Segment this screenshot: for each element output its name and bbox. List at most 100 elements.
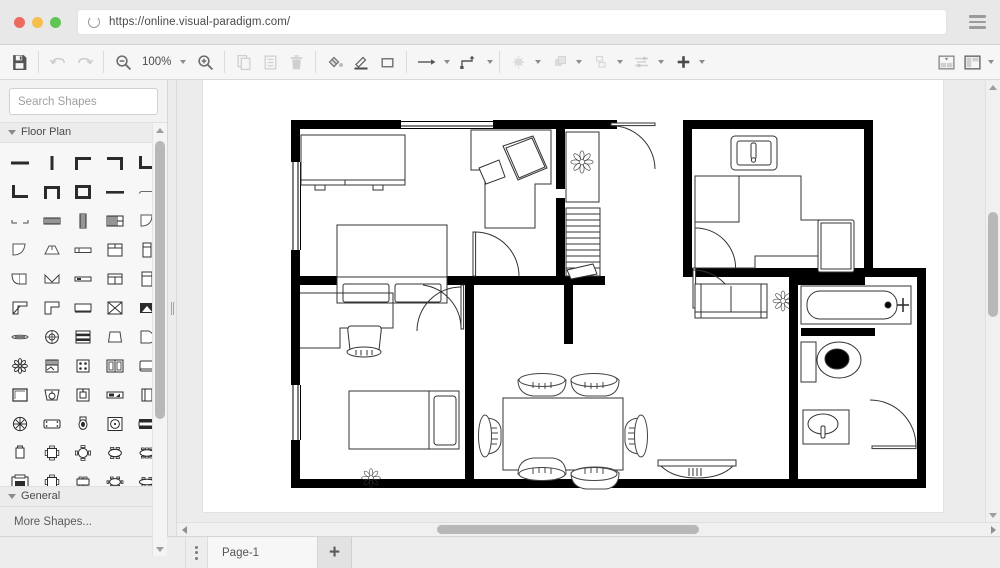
shape-chair-desk-icon[interactable] (36, 352, 68, 379)
shape-sofa-long-icon[interactable] (4, 265, 36, 292)
zoom-out-button[interactable] (110, 49, 136, 75)
canvas-vertical-scrollbar[interactable] (985, 80, 1000, 522)
shape-wall-corner-tr-icon[interactable] (99, 149, 131, 176)
canvas-hscroll-track[interactable] (191, 523, 986, 536)
shape-table-4seat-icon[interactable] (36, 439, 68, 466)
fill-color-button[interactable] (322, 49, 348, 75)
shape-stairs-vertical-icon[interactable] (68, 207, 100, 234)
align-button[interactable] (588, 49, 614, 75)
connector-dropdown-caret[interactable] (444, 60, 450, 64)
reload-icon[interactable] (88, 16, 100, 28)
maximize-window-button[interactable] (50, 17, 61, 28)
shape-plant-flower-icon[interactable] (4, 352, 36, 379)
scroll-thumb[interactable] (155, 141, 165, 419)
shape-coffee-table-icon[interactable] (36, 410, 68, 437)
panel-collapse-handle[interactable] (168, 80, 177, 536)
canvas-scroll-left-button[interactable] (177, 523, 191, 536)
scroll-track[interactable] (153, 137, 167, 542)
shape-washer-icon[interactable] (99, 410, 131, 437)
shape-stove-four-icon[interactable] (68, 352, 100, 379)
shape-pouf-icon[interactable] (99, 323, 131, 350)
shape-window-arch-icon[interactable] (36, 236, 68, 263)
shape-shelf-stack-icon[interactable] (68, 323, 100, 350)
canvas-scroll-thumb[interactable] (988, 212, 998, 317)
undo-button[interactable] (45, 49, 71, 75)
shape-wall-square-icon[interactable] (68, 178, 100, 205)
shape-rug-x-icon[interactable] (99, 294, 131, 321)
effects-button[interactable] (506, 49, 532, 75)
page-options-button[interactable] (186, 537, 208, 568)
shape-wall-corner-tl-icon[interactable] (68, 149, 100, 176)
shape-round-table-small-icon[interactable] (36, 323, 68, 350)
shape-oven-unit-icon[interactable] (99, 381, 131, 408)
add-dropdown-caret[interactable] (699, 60, 705, 64)
paste-button[interactable] (257, 49, 283, 75)
shapes-panel-scrollbar[interactable] (152, 123, 167, 556)
shape-corner-cabinet-icon[interactable] (4, 381, 36, 408)
shape-tv-stand-icon[interactable] (68, 294, 100, 321)
format-panel-button[interactable] (933, 49, 959, 75)
search-shapes-box[interactable] (9, 88, 158, 115)
shape-wall-horizontal-icon[interactable] (4, 149, 36, 176)
canvas-scroll-wrapper[interactable] (177, 80, 1000, 522)
shape-table-rect-4-icon[interactable] (68, 468, 100, 486)
canvas-scroll-up-button[interactable] (986, 80, 1000, 94)
diagram-page-sheet[interactable] (203, 80, 943, 512)
category-header-general[interactable]: General (0, 486, 167, 506)
shape-bench-icon[interactable] (4, 323, 36, 350)
orthogonal-connector-button[interactable] (456, 49, 484, 75)
shape-table-round-6-icon[interactable] (99, 468, 131, 486)
save-button[interactable] (6, 49, 32, 75)
copy-button[interactable] (231, 49, 257, 75)
shape-double-door-cabinet-icon[interactable] (99, 352, 131, 379)
scroll-up-button[interactable] (153, 123, 167, 137)
floor-plan-drawing[interactable] (203, 80, 943, 512)
shape-table-1seat-icon[interactable] (4, 439, 36, 466)
align-dropdown-caret[interactable] (617, 60, 623, 64)
canvas-scroll-track[interactable] (986, 94, 1000, 508)
canvas-scroll-down-button[interactable] (986, 508, 1000, 522)
shape-trash-bin-icon[interactable] (36, 265, 68, 292)
layout-dropdown-caret[interactable] (988, 60, 994, 64)
shape-stairs-short-icon[interactable] (36, 207, 68, 234)
close-window-button[interactable] (14, 17, 25, 28)
shape-wall-vertical-icon[interactable] (36, 149, 68, 176)
straight-connector-button[interactable] (413, 49, 441, 75)
search-input[interactable] (18, 96, 172, 108)
shape-wall-u-shape-icon[interactable] (36, 178, 68, 205)
shape-toilet-icon[interactable] (68, 410, 100, 437)
shape-round-rug-icon[interactable] (4, 410, 36, 437)
shape-style-button[interactable] (374, 49, 400, 75)
distribute-dropdown-caret[interactable] (658, 60, 664, 64)
zoom-dropdown-caret[interactable] (180, 60, 186, 64)
shape-table-oval-4-icon[interactable] (99, 439, 131, 466)
arrange-dropdown-caret[interactable] (576, 60, 582, 64)
canvas-scroll-right-button[interactable] (986, 523, 1000, 536)
shape-sink-round-icon[interactable] (36, 381, 68, 408)
shape-wall-corner-bl-icon[interactable] (4, 178, 36, 205)
shape-bed-double-icon[interactable] (99, 236, 131, 263)
distribute-button[interactable] (629, 49, 655, 75)
redo-button[interactable] (71, 49, 97, 75)
shape-wall-thick-icon[interactable] (99, 178, 131, 205)
line-color-button[interactable] (348, 49, 374, 75)
shape-wall-gap-icon[interactable] (4, 207, 36, 234)
arrange-button[interactable] (547, 49, 573, 75)
shape-counter-corner-icon[interactable] (4, 294, 36, 321)
orth-connector-dropdown-caret[interactable] (487, 60, 493, 64)
shape-counter-l-icon[interactable] (36, 294, 68, 321)
shape-stairs-wide-icon[interactable] (99, 207, 131, 234)
add-page-button[interactable]: + (318, 537, 352, 568)
category-header-floor-plan[interactable]: Floor Plan (0, 122, 167, 143)
shape-projector-icon[interactable] (68, 265, 100, 292)
shape-door-curve-icon[interactable] (4, 236, 36, 263)
page-tab-page-1[interactable]: Page-1 (208, 537, 318, 568)
zoom-in-button[interactable] (192, 49, 218, 75)
shape-desk-printer-icon[interactable] (4, 468, 36, 486)
address-bar[interactable]: https://online.visual-paradigm.com/ (77, 9, 947, 35)
hamburger-menu-icon[interactable] (969, 15, 986, 29)
shape-window-sill-icon[interactable] (68, 236, 100, 263)
scroll-down-button[interactable] (153, 542, 167, 556)
delete-button[interactable] (283, 49, 309, 75)
shape-table-square-4-icon[interactable] (36, 468, 68, 486)
